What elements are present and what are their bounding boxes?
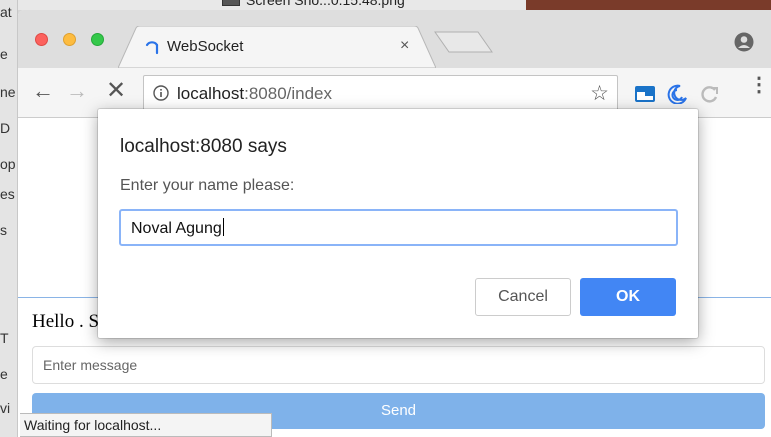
background-text: e <box>0 366 8 382</box>
background-window-strip: at e ne D op es s T e vi <box>0 0 18 437</box>
background-photo <box>526 0 771 10</box>
background-text: vi <box>0 400 11 416</box>
close-tab-icon[interactable]: × <box>400 37 409 55</box>
bookmark-star-icon[interactable]: ☆ <box>590 81 609 106</box>
background-text: s <box>0 222 7 238</box>
ok-button[interactable]: OK <box>580 278 676 316</box>
tab-bar: WebSocket × <box>18 10 771 68</box>
background-text: op <box>0 156 16 172</box>
stop-button[interactable]: ✕ <box>106 79 126 103</box>
background-text: ne <box>0 84 16 100</box>
tab-shape <box>118 26 436 68</box>
background-text: at <box>0 4 12 20</box>
url-host: localhost <box>177 84 245 103</box>
name-input-value: Noval Agung <box>131 220 222 237</box>
background-text: e <box>0 46 8 62</box>
background-finder-strip: Screen Sho...0.15.48.png <box>18 0 771 10</box>
minimize-window-button[interactable] <box>63 33 76 46</box>
back-button[interactable]: ← <box>32 79 54 103</box>
maximize-window-button[interactable] <box>91 33 104 46</box>
image-file-icon <box>222 0 240 6</box>
info-icon[interactable] <box>153 85 169 101</box>
background-filename: Screen Sho...0.15.48.png <box>246 0 405 8</box>
extension-window-icon[interactable] <box>634 84 656 104</box>
background-text: T <box>0 330 9 346</box>
prompt-dialog: localhost:8080 says Enter your name plea… <box>98 109 698 338</box>
greeting-text: Hello . S <box>32 311 100 332</box>
address-bar[interactable]: localhost:8080/index ☆ <box>143 75 618 111</box>
tab-websocket[interactable]: WebSocket × <box>118 26 436 68</box>
browser-menu-icon[interactable]: ⋮ <box>749 75 769 95</box>
close-window-button[interactable] <box>35 33 48 46</box>
extension-moon-icon[interactable] <box>666 84 688 104</box>
new-tab-button[interactable] <box>434 30 494 54</box>
forward-button[interactable]: → <box>66 79 88 103</box>
name-input[interactable]: Noval Agung <box>119 209 678 246</box>
loading-spinner-icon <box>145 41 159 55</box>
profile-icon[interactable] <box>734 32 754 52</box>
status-bar: Waiting for localhost... <box>20 413 272 437</box>
url-path: :8080/index <box>244 84 333 103</box>
text-caret <box>222 218 224 236</box>
tab-title: WebSocket <box>167 38 244 55</box>
background-text: es <box>0 186 15 202</box>
background-text: D <box>0 120 11 136</box>
url-text: localhost:8080/index <box>177 84 332 104</box>
extension-reload-icon[interactable] <box>698 84 720 104</box>
dialog-message: Enter your name please: <box>120 177 295 194</box>
cancel-button[interactable]: Cancel <box>475 278 571 316</box>
dialog-title: localhost:8080 says <box>120 136 287 157</box>
message-input[interactable]: Enter message <box>32 346 765 384</box>
